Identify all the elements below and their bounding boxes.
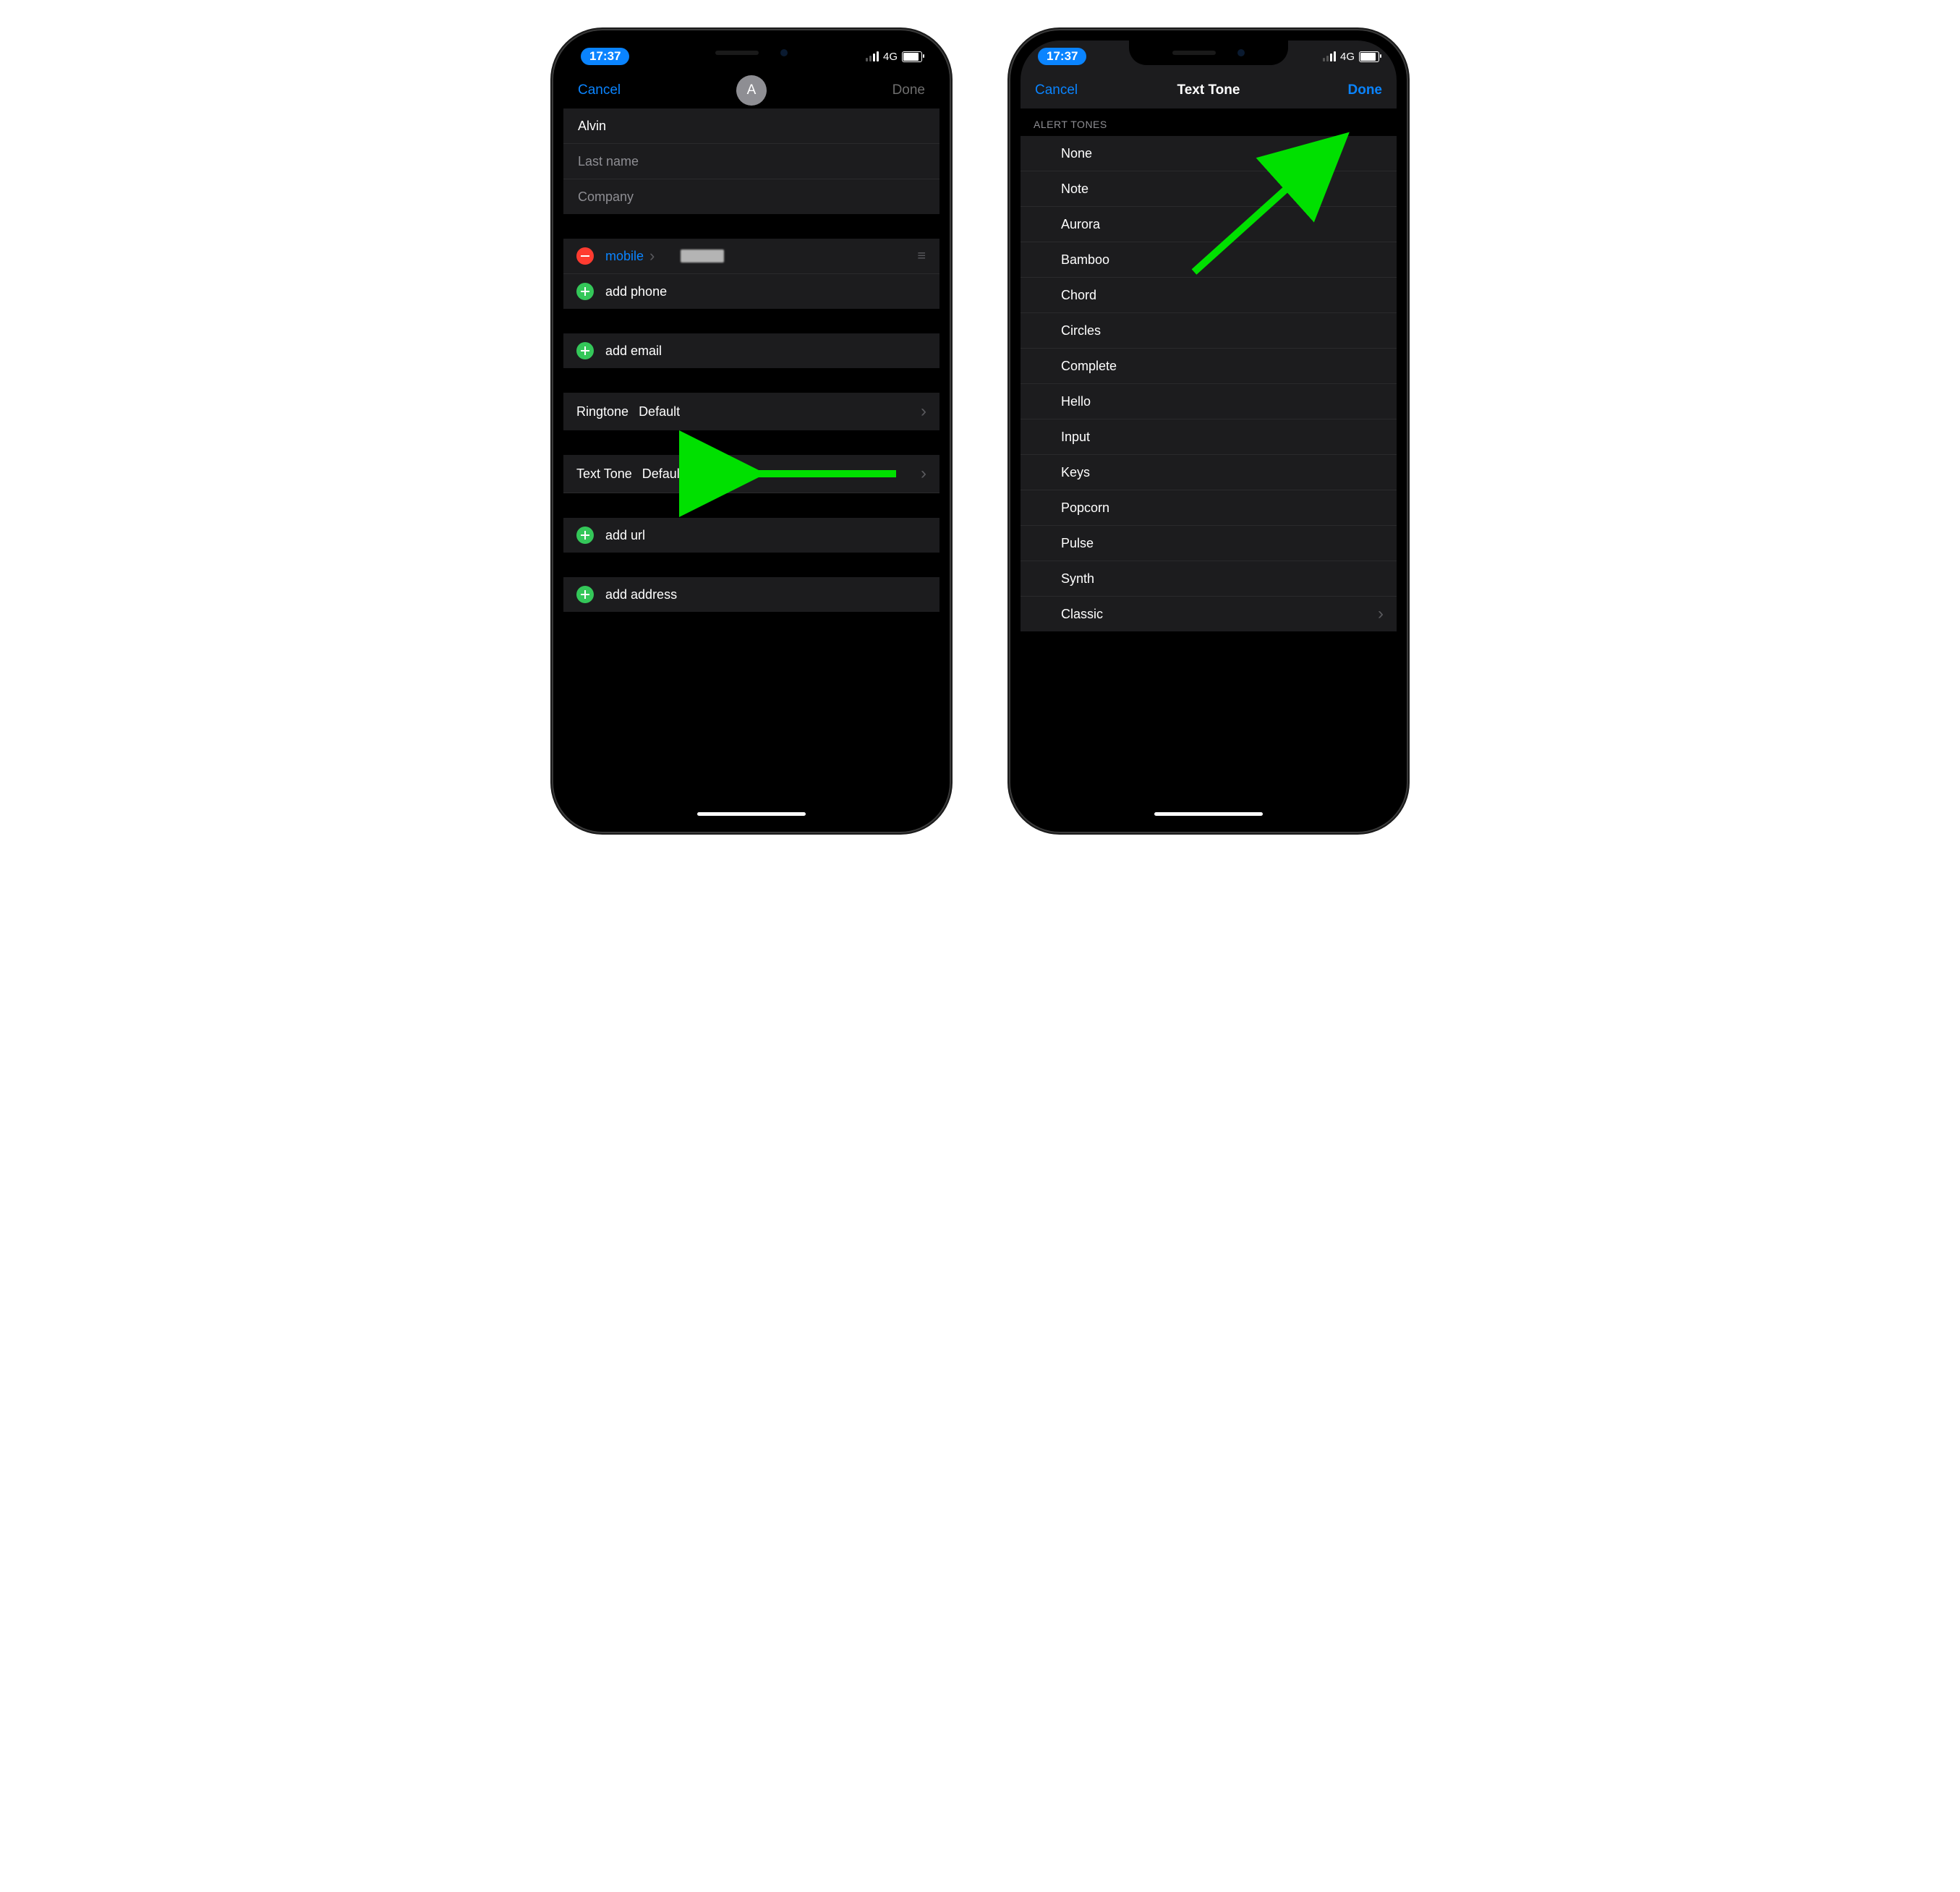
add-phone-label: add phone xyxy=(605,284,667,299)
cancel-button[interactable]: Cancel xyxy=(1035,82,1078,98)
add-url-row[interactable]: add url xyxy=(563,518,939,553)
company-row[interactable] xyxy=(563,179,939,214)
alert-tones-list: None Note Aurora Bamboo Chord Circles Complete… xyxy=(1021,136,1397,631)
phone-section: mobile › ≡ add phone xyxy=(563,239,939,309)
texttone-label: Text Tone xyxy=(576,466,632,482)
phone-frame-left: 17:37 4G Cancel A Done xyxy=(552,29,951,833)
last-name-input[interactable] xyxy=(576,153,926,170)
add-icon[interactable] xyxy=(576,527,594,544)
edit-contact-content: mobile › ≡ add phone xyxy=(563,108,939,822)
tone-label: Note xyxy=(1061,182,1088,197)
add-url-label: add url xyxy=(605,528,645,543)
tone-row-note[interactable]: Note xyxy=(1021,171,1397,207)
tone-row-none[interactable]: None xyxy=(1021,136,1397,171)
tone-label: Input xyxy=(1061,430,1090,445)
network-label: 4G xyxy=(1340,51,1355,63)
chevron-right-icon: › xyxy=(1378,604,1384,624)
email-section: add email xyxy=(563,333,939,368)
tone-row-input[interactable]: Input xyxy=(1021,419,1397,455)
reorder-icon[interactable]: ≡ xyxy=(917,248,926,265)
home-indicator[interactable] xyxy=(1154,812,1263,816)
tone-label: Bamboo xyxy=(1061,252,1109,268)
home-indicator[interactable] xyxy=(697,812,806,816)
tone-label: Circles xyxy=(1061,323,1101,338)
tone-row-popcorn[interactable]: Popcorn xyxy=(1021,490,1397,526)
tone-list-content: Alert Tones None Note Aurora Bamboo Chord Cir… xyxy=(1021,108,1397,822)
tone-row-bamboo[interactable]: Bamboo xyxy=(1021,242,1397,278)
tone-row-synth[interactable]: Synth xyxy=(1021,561,1397,597)
status-time: 17:37 xyxy=(581,48,629,65)
add-email-row[interactable]: add email xyxy=(563,333,939,368)
done-button[interactable]: Done xyxy=(1348,82,1383,98)
contact-avatar[interactable]: A xyxy=(736,75,767,106)
tone-row-complete[interactable]: Complete xyxy=(1021,349,1397,384)
section-header-alert-tones: Alert Tones xyxy=(1021,108,1397,136)
battery-icon xyxy=(1359,51,1379,62)
first-name-input[interactable] xyxy=(576,118,926,135)
signal-icon xyxy=(1323,51,1336,61)
url-section: add url xyxy=(563,518,939,553)
add-phone-row[interactable]: add phone xyxy=(563,274,939,309)
tone-label: Chord xyxy=(1061,288,1096,303)
add-icon[interactable] xyxy=(576,586,594,603)
tone-row-chord[interactable]: Chord xyxy=(1021,278,1397,313)
tone-label: None xyxy=(1061,146,1092,161)
ringtone-label: Ringtone xyxy=(576,404,629,419)
add-email-label: add email xyxy=(605,344,662,359)
screen-right: 17:37 4G Cancel Text Tone Done Alert Ton… xyxy=(1021,41,1397,822)
tone-row-circles[interactable]: Circles xyxy=(1021,313,1397,349)
notch xyxy=(672,41,831,65)
add-icon[interactable] xyxy=(576,283,594,300)
tone-row-pulse[interactable]: Pulse xyxy=(1021,526,1397,561)
battery-icon xyxy=(902,51,922,62)
tone-row-keys[interactable]: Keys xyxy=(1021,455,1397,490)
chevron-right-icon: › xyxy=(649,247,655,265)
tone-label: Aurora xyxy=(1061,217,1100,232)
tone-label: Hello xyxy=(1061,394,1091,409)
screen-left: 17:37 4G Cancel A Done xyxy=(563,41,939,822)
ringtone-section: Ringtone Default › xyxy=(563,393,939,430)
ringtone-value: Default xyxy=(639,404,680,419)
tone-label: Pulse xyxy=(1061,536,1094,551)
tone-label: Synth xyxy=(1061,571,1094,587)
notch xyxy=(1129,41,1288,65)
phone-frame-right: 17:37 4G Cancel Text Tone Done Alert Ton… xyxy=(1009,29,1408,833)
phone-entry-row[interactable]: mobile › ≡ xyxy=(563,239,939,274)
texttone-value: Default xyxy=(642,466,683,482)
add-icon[interactable] xyxy=(576,342,594,359)
nav-bar-text-tone: Cancel Text Tone Done xyxy=(1021,72,1397,108)
cancel-button[interactable]: Cancel xyxy=(578,82,621,98)
tone-row-aurora[interactable]: Aurora xyxy=(1021,207,1397,242)
address-section: add address xyxy=(563,577,939,612)
phone-type-label[interactable]: mobile xyxy=(605,249,644,264)
remove-icon[interactable] xyxy=(576,247,594,265)
add-address-row[interactable]: add address xyxy=(563,577,939,612)
chevron-right-icon: › xyxy=(921,464,926,484)
tone-label: Complete xyxy=(1061,359,1117,374)
phone-number-redacted xyxy=(681,250,724,263)
company-input[interactable] xyxy=(576,189,926,205)
texttone-section: Text Tone Default › xyxy=(563,455,939,493)
add-address-label: add address xyxy=(605,587,677,602)
nav-bar-edit-contact: Cancel A Done xyxy=(563,72,939,108)
name-section xyxy=(563,108,939,214)
last-name-row[interactable] xyxy=(563,144,939,179)
texttone-row[interactable]: Text Tone Default › xyxy=(563,455,939,493)
status-time: 17:37 xyxy=(1038,48,1086,65)
signal-icon xyxy=(866,51,879,61)
chevron-right-icon: › xyxy=(921,401,926,422)
tone-row-hello[interactable]: Hello xyxy=(1021,384,1397,419)
done-button[interactable]: Done xyxy=(892,82,925,98)
tone-row-classic[interactable]: Classic › xyxy=(1021,597,1397,631)
tone-label: Classic xyxy=(1061,607,1103,622)
tone-label: Keys xyxy=(1061,465,1090,480)
network-label: 4G xyxy=(883,51,898,63)
tone-label: Popcorn xyxy=(1061,500,1109,516)
first-name-row[interactable] xyxy=(563,108,939,144)
ringtone-row[interactable]: Ringtone Default › xyxy=(563,393,939,430)
